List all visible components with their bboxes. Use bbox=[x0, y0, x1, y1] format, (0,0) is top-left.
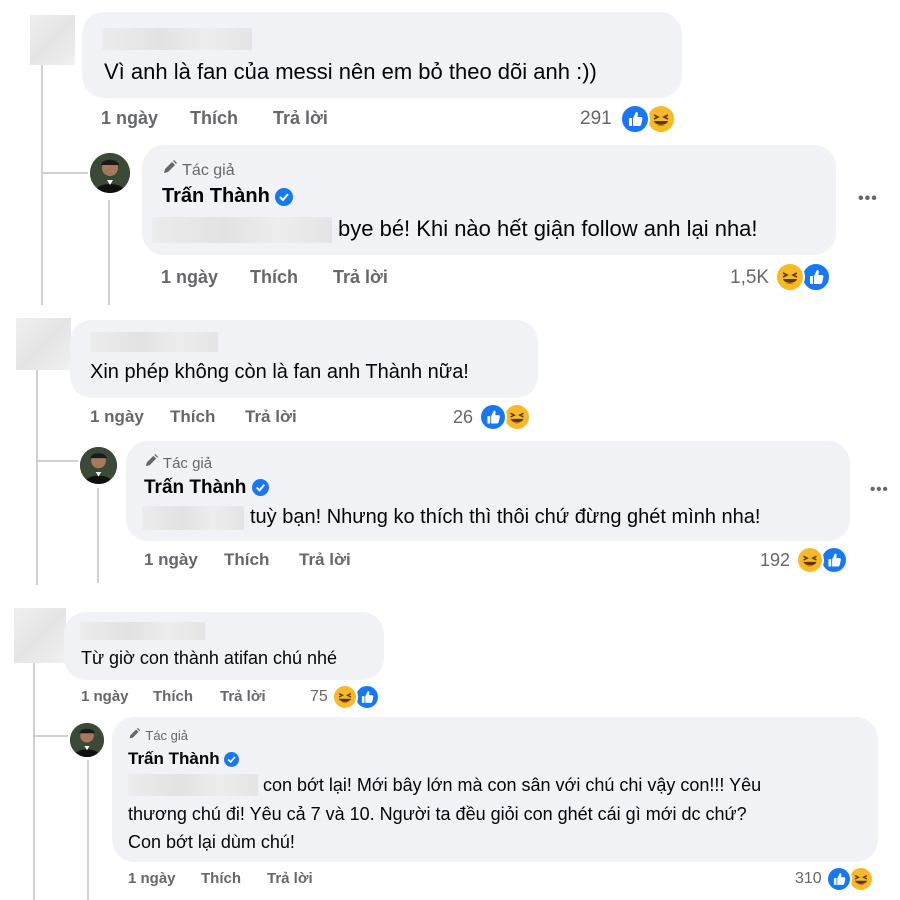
author-tag: Tác giả bbox=[144, 453, 212, 472]
timestamp[interactable]: 1 ngày bbox=[90, 407, 144, 427]
commenter-avatar[interactable] bbox=[14, 608, 66, 663]
reaction-count[interactable]: 1,5K bbox=[730, 267, 769, 289]
timestamp[interactable]: 1 ngày bbox=[101, 108, 158, 129]
timestamp[interactable]: 1 ngày bbox=[161, 267, 218, 288]
reply-text-line: con bớt lại! Mới bây lớn mà con sân với … bbox=[263, 775, 762, 795]
comment-bubble: Xin phép không còn là fan anh Thành nữa! bbox=[70, 320, 538, 398]
mentioned-name-redacted[interactable] bbox=[152, 217, 332, 243]
reply-button[interactable]: Trả lời bbox=[245, 407, 297, 427]
pencil-icon bbox=[162, 159, 178, 180]
author-avatar[interactable] bbox=[90, 153, 130, 193]
reply-button[interactable]: Trả lời bbox=[299, 550, 351, 570]
commenter-name-redacted[interactable] bbox=[102, 28, 252, 50]
reply-button[interactable]: Trả lời bbox=[273, 108, 328, 129]
author-name[interactable]: Trấn Thành bbox=[144, 477, 269, 499]
author-tag: Tác giả bbox=[128, 727, 188, 743]
reaction-count[interactable]: 192 bbox=[760, 550, 790, 571]
comment-bubble: Từ giờ con thành atifan chú nhé bbox=[64, 612, 384, 680]
reaction-count[interactable]: 75 bbox=[310, 688, 328, 706]
verified-badge-icon bbox=[275, 187, 294, 206]
haha-reaction-icon[interactable] bbox=[796, 546, 824, 574]
like-button[interactable]: Thích bbox=[224, 550, 269, 570]
reaction-count[interactable]: 310 bbox=[795, 870, 822, 888]
timestamp[interactable]: 1 ngày bbox=[128, 870, 176, 887]
thread-line bbox=[36, 370, 38, 585]
haha-reaction-icon[interactable] bbox=[775, 262, 805, 292]
commenter-avatar[interactable] bbox=[16, 318, 71, 370]
like-button[interactable]: Thích bbox=[250, 267, 298, 288]
author-tag: Tác giả bbox=[162, 159, 235, 180]
pencil-icon bbox=[144, 453, 159, 472]
thread-line bbox=[97, 488, 99, 583]
thread-line bbox=[41, 160, 43, 172]
like-button[interactable]: Thích bbox=[170, 407, 215, 427]
commenter-avatar[interactable] bbox=[30, 15, 75, 65]
like-button[interactable]: Thích bbox=[190, 108, 238, 129]
thread-line bbox=[87, 760, 89, 900]
like-reaction-icon[interactable] bbox=[479, 403, 507, 431]
more-options-icon[interactable]: ••• bbox=[858, 190, 878, 208]
thread-connector bbox=[38, 460, 78, 462]
commenter-name-redacted[interactable] bbox=[90, 332, 218, 352]
author-avatar[interactable] bbox=[70, 723, 104, 757]
verified-badge-icon bbox=[224, 752, 240, 768]
thread-line bbox=[108, 200, 110, 305]
comment-text: Vì anh là fan của messi nên em bỏ theo d… bbox=[104, 59, 597, 84]
timestamp[interactable]: 1 ngày bbox=[144, 550, 198, 570]
mentioned-name-redacted[interactable] bbox=[128, 774, 258, 796]
reply-button[interactable]: Trả lời bbox=[220, 688, 266, 705]
like-reaction-icon[interactable] bbox=[820, 546, 848, 574]
like-reaction-icon[interactable] bbox=[826, 866, 852, 892]
reply-text-line: Con bớt lại dùm chú! bbox=[128, 832, 295, 852]
thread-connector bbox=[43, 172, 88, 174]
author-name[interactable]: Trấn Thành bbox=[128, 749, 240, 769]
thread-line bbox=[33, 663, 35, 900]
verified-badge-icon bbox=[251, 479, 269, 497]
like-button[interactable]: Thích bbox=[153, 688, 193, 705]
thread-connector bbox=[35, 735, 68, 737]
comment-bubble: Vì anh là fan của messi nên em bỏ theo d… bbox=[82, 12, 682, 98]
reaction-count[interactable]: 26 bbox=[453, 407, 473, 428]
reply-bubble: Tác giả Trấn Thành bye bé! Khi nào hết g… bbox=[142, 145, 836, 255]
like-reaction-icon[interactable] bbox=[620, 104, 650, 134]
author-name[interactable]: Trấn Thành bbox=[162, 185, 294, 208]
more-options-icon[interactable]: ••• bbox=[870, 481, 889, 498]
reply-button[interactable]: Trả lời bbox=[333, 267, 388, 288]
thread-line bbox=[41, 65, 43, 305]
reply-text-line: thương chú đi! Yêu cả 7 và 10. Người ta … bbox=[128, 804, 747, 824]
reaction-count[interactable]: 291 bbox=[580, 108, 612, 130]
reply-text: tuỳ bạn! Nhưng ko thích thì thôi chứ đừn… bbox=[250, 506, 761, 528]
reply-bubble: Tác giả Trấn Thành con bớt lại! Mới bây … bbox=[112, 717, 878, 862]
reply-text: bye bé! Khi nào hết giận follow anh lại … bbox=[338, 216, 758, 241]
like-reaction-icon[interactable] bbox=[801, 262, 831, 292]
haha-reaction-icon[interactable] bbox=[503, 403, 531, 431]
haha-reaction-icon[interactable] bbox=[646, 104, 676, 134]
timestamp[interactable]: 1 ngày bbox=[81, 688, 129, 705]
like-button[interactable]: Thích bbox=[201, 870, 241, 887]
comment-text: Xin phép không còn là fan anh Thành nữa! bbox=[90, 361, 469, 383]
pencil-icon bbox=[128, 727, 142, 743]
reply-bubble: Tác giả Trấn Thành tuỳ bạn! Nhưng ko thí… bbox=[126, 441, 850, 541]
author-avatar[interactable] bbox=[80, 447, 117, 484]
mentioned-name-redacted[interactable] bbox=[142, 506, 244, 530]
commenter-name-redacted[interactable] bbox=[80, 622, 205, 640]
reply-button[interactable]: Trả lời bbox=[267, 870, 313, 887]
comment-text: Từ giờ con thành atifan chú nhé bbox=[81, 648, 338, 668]
haha-reaction-icon[interactable] bbox=[332, 684, 358, 710]
